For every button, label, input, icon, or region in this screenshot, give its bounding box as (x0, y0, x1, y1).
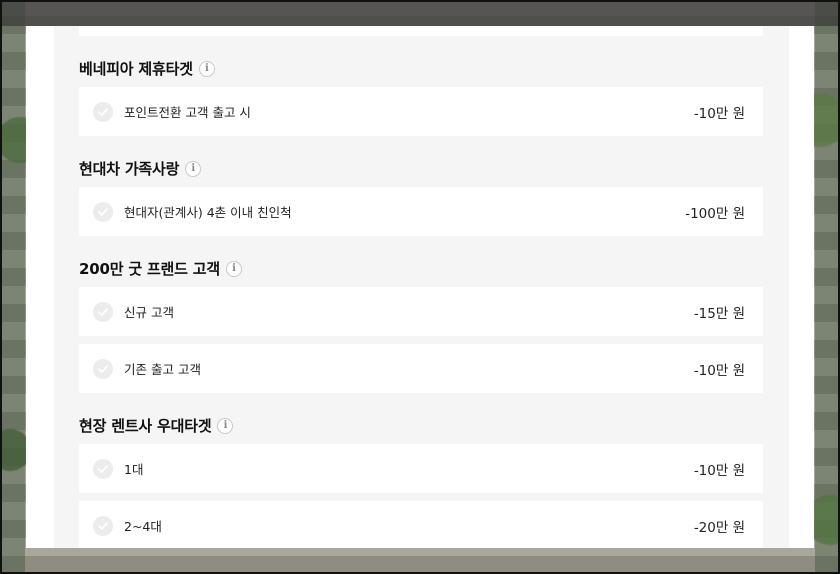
section-title-text: 현장 렌트사 우대타겟 (79, 417, 212, 435)
section-title-hyundai-family: 현대차 가족사랑 i (79, 158, 202, 179)
list-item[interactable]: 포인트전환 고객 출고 시 -10만 원 (79, 87, 763, 136)
section-title-good-friend: 200만 굿 프랜드 고객 i (79, 258, 242, 279)
item-amount: -15만 원 (693, 305, 745, 322)
item-amount: -10만 원 (693, 105, 745, 122)
section-title-text: 현대차 가족사랑 (79, 160, 180, 178)
info-icon[interactable]: i (185, 160, 202, 177)
check-circle-icon[interactable] (93, 101, 113, 122)
item-label: 1대 (124, 462, 144, 477)
info-icon[interactable]: i (217, 417, 234, 434)
check-circle-icon[interactable] (93, 201, 113, 222)
content-area: 베네피아 제휴타겟 i 포인트전환 고객 출고 시 -10만 원 현대차 가족사… (54, 26, 789, 548)
item-amount: -20만 원 (693, 519, 745, 536)
previous-row-bottom (79, 26, 763, 36)
list-item[interactable]: 1대 -10만 원 (79, 444, 763, 493)
check-circle-icon[interactable] (93, 358, 113, 379)
list-item[interactable]: 현대자(관계사) 4촌 이내 친인척 -100만 원 (79, 187, 763, 236)
item-amount: -10만 원 (693, 362, 745, 379)
info-icon[interactable]: i (225, 260, 242, 277)
check-circle-icon[interactable] (93, 458, 113, 479)
item-label: 포인트전환 고객 출고 시 (124, 105, 251, 120)
info-icon[interactable]: i (198, 60, 215, 77)
item-amount: -100만 원 (685, 205, 745, 222)
section-title-rental: 현장 렌트사 우대타겟 i (79, 415, 234, 436)
list-item[interactable]: 2~4대 -20만 원 (79, 501, 763, 548)
item-amount: -10만 원 (693, 462, 745, 479)
list-item[interactable]: 기존 출고 고객 -10만 원 (79, 344, 763, 393)
item-label: 현대자(관계사) 4촌 이내 친인척 (124, 205, 292, 220)
section-title-benepia: 베네피아 제휴타겟 i (79, 58, 215, 79)
check-circle-icon[interactable] (93, 515, 113, 536)
discount-panel: 베네피아 제휴타겟 i 포인트전환 고객 출고 시 -10만 원 현대차 가족사… (26, 26, 814, 548)
item-label: 기존 출고 고객 (124, 362, 201, 377)
item-label: 2~4대 (124, 519, 162, 534)
check-circle-icon[interactable] (93, 301, 113, 322)
list-item[interactable]: 신규 고객 -15만 원 (79, 287, 763, 336)
section-title-text: 베네피아 제휴타겟 (79, 60, 193, 78)
section-title-text: 200만 굿 프랜드 고객 (79, 260, 220, 278)
item-label: 신규 고객 (124, 305, 174, 320)
